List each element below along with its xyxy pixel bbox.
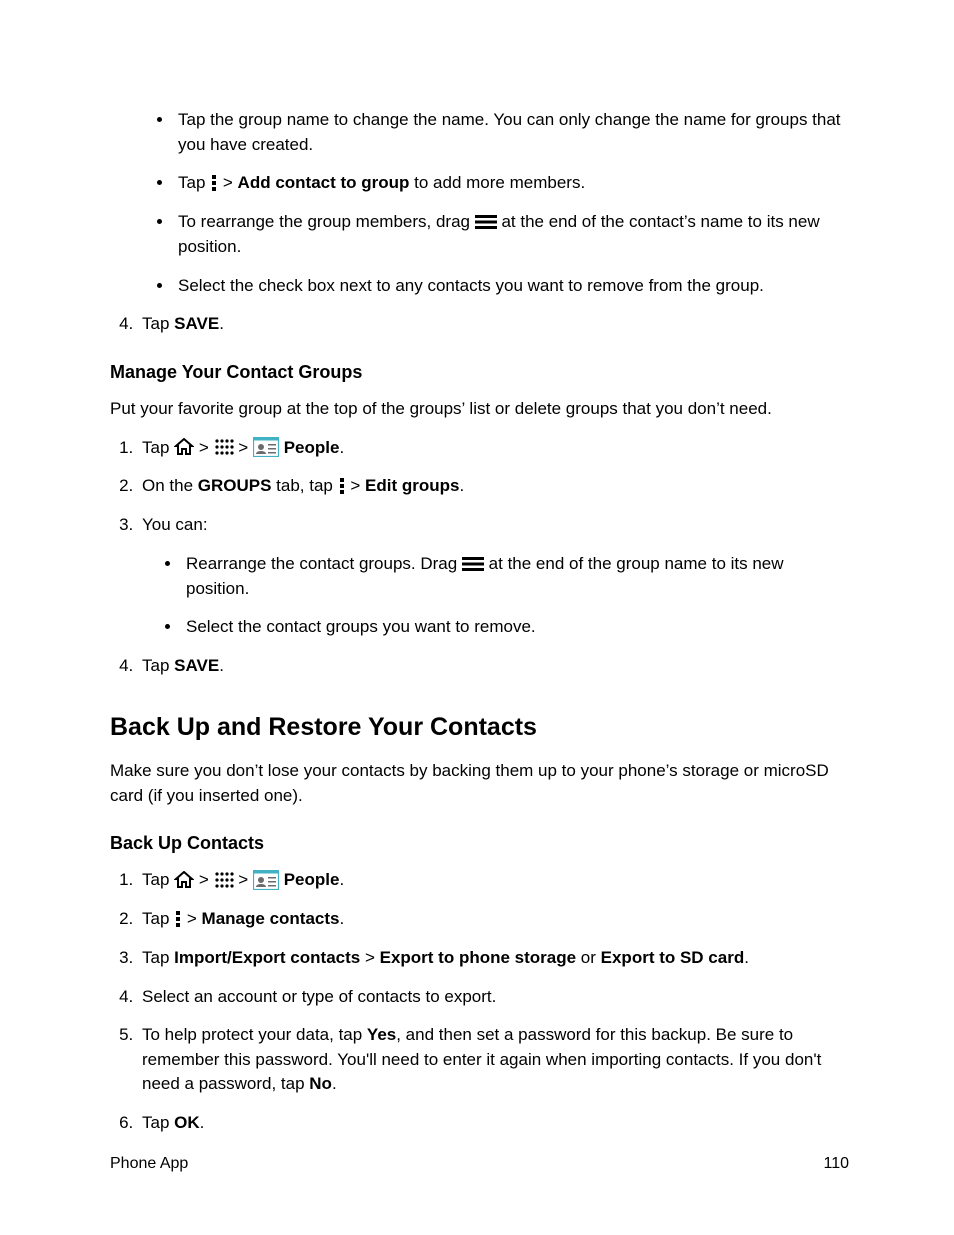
list-item: You can: Rearrange the contact groups. D… — [138, 513, 849, 640]
bold-text: SAVE — [174, 314, 219, 333]
heading-backup-restore: Back Up and Restore Your Contacts — [110, 709, 849, 745]
list-item: Select the check box next to any contact… — [174, 274, 849, 299]
body-text: > — [360, 948, 379, 967]
body-text: To help protect your data, tap — [142, 1025, 367, 1044]
apps-grid-icon — [214, 867, 234, 892]
body-text: . — [332, 1074, 337, 1093]
page-footer: Phone App 110 — [110, 1152, 849, 1175]
drag-handle-icon — [462, 551, 484, 576]
bold-text: Import/Export contacts — [174, 948, 360, 967]
backup-contacts-steps: Tap > > People. Tap — [110, 868, 849, 1136]
footer-page-number: 110 — [823, 1152, 849, 1175]
list-item: Tap SAVE. — [138, 312, 849, 337]
body-text: Tap — [142, 438, 174, 457]
list-item: Tap > Manage contacts. — [138, 907, 849, 932]
manage-groups-steps: Tap > > People. On the GROUPS — [110, 436, 849, 679]
bold-text: SAVE — [174, 656, 219, 675]
bold-text: Manage contacts — [202, 909, 340, 928]
bold-text: Edit groups — [365, 476, 459, 495]
body-text: Select an account or type of contacts to… — [142, 987, 496, 1006]
bold-text: Yes — [367, 1025, 396, 1044]
bold-text: GROUPS — [198, 476, 272, 495]
body-text: > — [238, 438, 248, 457]
overflow-menu-icon — [338, 474, 346, 499]
body-text: Tap — [142, 1113, 174, 1132]
bold-text: OK — [174, 1113, 200, 1132]
body-text: Tap — [142, 870, 174, 889]
body-text: . — [200, 1113, 205, 1132]
list-item: Tap OK. — [138, 1111, 849, 1136]
home-icon — [174, 435, 194, 460]
body-text: or — [576, 948, 601, 967]
list-item: To help protect your data, tap Yes, and … — [138, 1023, 849, 1097]
body-text: . — [339, 909, 344, 928]
body-text: . — [219, 314, 224, 333]
overflow-menu-icon — [174, 906, 182, 931]
group-edit-bullets: Tap the group name to change the name. Y… — [110, 108, 849, 298]
body-text: to add more members. — [414, 173, 585, 192]
group-edit-steps-cont: Tap SAVE. — [110, 312, 849, 337]
body-text: . — [339, 870, 344, 889]
body-text: . — [219, 656, 224, 675]
body-text: Tap the group name to change the name. Y… — [178, 110, 841, 154]
list-item: Rearrange the contact groups. Drag at th… — [182, 552, 849, 601]
body-text: On the — [142, 476, 198, 495]
list-item: Tap SAVE. — [138, 654, 849, 679]
bold-text: Add contact to group — [238, 173, 410, 192]
body-text: Tap — [142, 314, 174, 333]
drag-handle-icon — [475, 209, 497, 234]
bold-text: People — [284, 870, 340, 889]
people-app-icon — [253, 435, 279, 460]
apps-grid-icon — [214, 435, 234, 460]
people-app-icon — [253, 867, 279, 892]
bold-text: People — [284, 438, 340, 457]
body-text: . — [459, 476, 464, 495]
body-text: > — [223, 173, 233, 192]
body-text: To rearrange the group members, drag — [178, 212, 475, 231]
body-text: Tap — [142, 656, 174, 675]
body-text: Tap — [178, 173, 210, 192]
body-text: You can: — [142, 515, 208, 534]
body-text: Select the check box next to any contact… — [178, 276, 764, 295]
list-item: To rearrange the group members, drag at … — [174, 210, 849, 259]
body-text: > — [238, 870, 248, 889]
body-text: Make sure you don’t lose your contacts b… — [110, 759, 849, 808]
heading-manage-groups: Manage Your Contact Groups — [110, 359, 849, 385]
body-text: Tap — [142, 909, 174, 928]
heading-backup-contacts: Back Up Contacts — [110, 830, 849, 856]
list-item: Tap Import/Export contacts > Export to p… — [138, 946, 849, 971]
home-icon — [174, 867, 194, 892]
bold-text: Export to phone storage — [380, 948, 576, 967]
list-item: Tap the group name to change the name. Y… — [174, 108, 849, 157]
body-text: Rearrange the contact groups. Drag — [186, 554, 462, 573]
list-item: Tap > Add contact to group to add more m… — [174, 171, 849, 196]
list-item: Select an account or type of contacts to… — [138, 985, 849, 1010]
body-text: > — [187, 909, 197, 928]
body-text: Select the contact groups you want to re… — [186, 617, 536, 636]
body-text: > — [199, 438, 209, 457]
body-text: . — [744, 948, 749, 967]
bold-text: No — [309, 1074, 332, 1093]
bold-text: Export to SD card — [601, 948, 745, 967]
body-text: . — [339, 438, 344, 457]
body-text: tab, tap — [271, 476, 337, 495]
overflow-menu-icon — [210, 170, 218, 195]
body-text: Tap — [142, 948, 174, 967]
footer-section-name: Phone App — [110, 1152, 188, 1175]
manage-groups-sub-bullets: Rearrange the contact groups. Drag at th… — [142, 552, 849, 640]
list-item: Tap > > People. — [138, 436, 849, 461]
list-item: On the GROUPS tab, tap > Edit groups. — [138, 474, 849, 499]
list-item: Select the contact groups you want to re… — [182, 615, 849, 640]
body-text: > — [350, 476, 360, 495]
list-item: Tap > > People. — [138, 868, 849, 893]
document-page: Tap the group name to change the name. Y… — [0, 0, 954, 1235]
body-text: > — [199, 870, 209, 889]
body-text: Put your favorite group at the top of th… — [110, 397, 849, 422]
